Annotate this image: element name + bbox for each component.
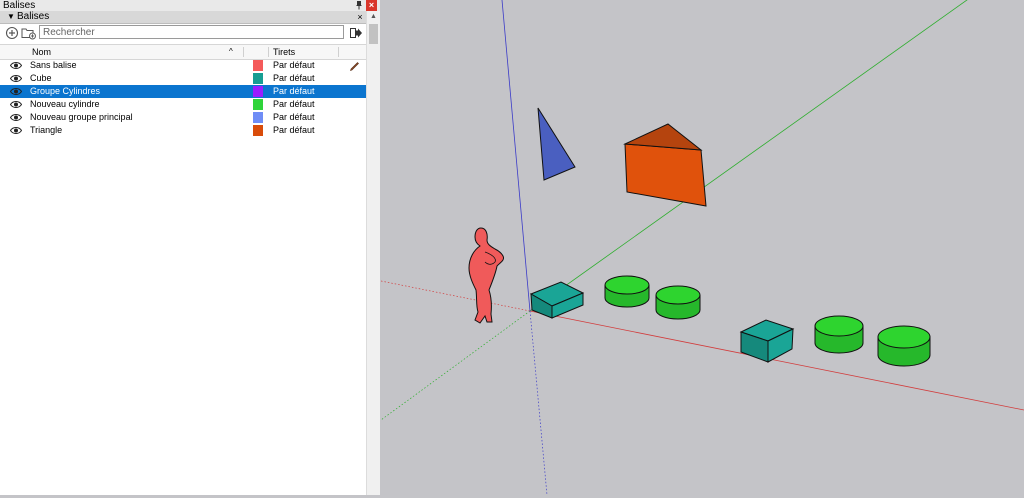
search-input[interactable] (39, 25, 344, 39)
folder-plus-icon[interactable] (21, 26, 36, 40)
dash-style[interactable]: Par défaut (273, 98, 315, 111)
column-dashes[interactable]: Tirets (273, 45, 295, 59)
tag-row[interactable]: Nouveau groupe principal Par défaut (0, 111, 366, 124)
scroll-thumb[interactable] (369, 24, 378, 44)
green-cylinder (814, 315, 864, 354)
panel-scrollbar[interactable]: ▲ (366, 11, 380, 495)
section-label: Balises (17, 11, 50, 22)
sort-up-icon[interactable]: ^ (229, 45, 233, 59)
color-swatch[interactable] (253, 60, 263, 71)
tag-name: Nouveau cylindre (30, 99, 100, 109)
pin-icon[interactable] (354, 0, 364, 11)
close-window-button[interactable]: × (366, 0, 377, 11)
tag-name: Sans balise (30, 60, 77, 70)
green-cylinder (877, 325, 931, 367)
panel-title: Balises (3, 0, 36, 11)
tag-name: Triangle (30, 125, 63, 135)
green-cylinder (604, 275, 650, 308)
tag-name: Nouveau groupe principal (30, 112, 133, 122)
column-divider (243, 47, 244, 57)
column-divider (268, 47, 269, 57)
color-swatch[interactable] (253, 73, 263, 84)
scroll-up-icon[interactable]: ▲ (367, 11, 380, 23)
column-name[interactable]: Nom (32, 45, 51, 59)
color-swatch[interactable] (253, 125, 263, 136)
eye-icon[interactable] (9, 100, 23, 109)
section-header[interactable]: ▼ Balises × (0, 11, 366, 24)
column-divider (338, 47, 339, 57)
close-icon[interactable]: × (355, 11, 365, 23)
color-swatch[interactable] (253, 99, 263, 110)
color-swatch[interactable] (253, 86, 263, 97)
tags-panel: Balises × ▼ Balises × Nom ^ Tirets Sans … (0, 0, 380, 495)
color-swatch[interactable] (253, 112, 263, 123)
tag-name: Cube (30, 73, 52, 83)
dash-style[interactable]: Par défaut (273, 59, 315, 72)
tag-row[interactable]: Cube Par défaut (0, 72, 366, 85)
dash-style[interactable]: Par défaut (273, 72, 315, 85)
dash-style[interactable]: Par défaut (273, 124, 315, 137)
scene-canvas (380, 0, 1024, 496)
dash-style[interactable]: Par défaut (273, 85, 315, 98)
eye-icon[interactable] (9, 87, 23, 96)
eye-icon[interactable] (9, 113, 23, 122)
plus-circle-icon[interactable] (5, 26, 19, 40)
tags-toolbar (0, 24, 366, 42)
eye-icon[interactable] (9, 74, 23, 83)
tag-row[interactable]: Triangle Par défaut (0, 124, 366, 137)
tag-name: Groupe Cylindres (30, 86, 101, 96)
tag-list: Sans balise Par défaut Cube Par défaut Group… (0, 59, 366, 137)
eye-icon[interactable] (9, 61, 23, 70)
tag-row[interactable]: Nouveau cylindre Par défaut (0, 98, 366, 111)
green-cylinder (655, 285, 701, 320)
column-header: Nom ^ Tirets (0, 44, 366, 60)
tag-row[interactable]: Groupe Cylindres Par défaut (0, 85, 366, 98)
3d-viewport[interactable] (380, 0, 1024, 496)
triangle-down-icon[interactable]: ▼ (7, 11, 15, 23)
pencil-icon[interactable] (349, 60, 360, 71)
dash-style[interactable]: Par défaut (273, 111, 315, 124)
details-arrow-icon[interactable] (349, 26, 363, 40)
eye-icon[interactable] (9, 126, 23, 135)
tag-row[interactable]: Sans balise Par défaut (0, 59, 366, 72)
